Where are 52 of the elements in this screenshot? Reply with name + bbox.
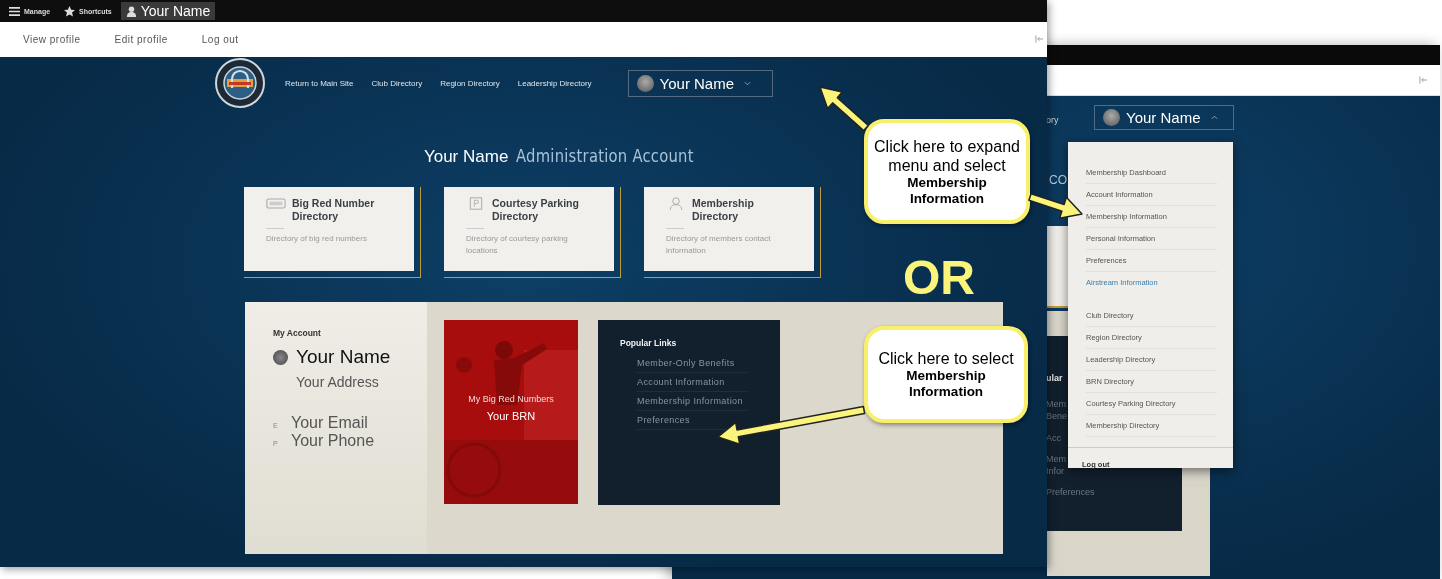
brn-value: Your BRN [486,410,536,422]
callout-target: Membership Information [906,174,988,207]
card-title: Courtesy Parking Directory [492,197,580,223]
popular-link[interactable]: Mem [1046,454,1066,464]
card-description: Directory of big red numbers [266,233,368,245]
profile-tab[interactable]: View profile [23,34,81,45]
or-label: OR [903,252,975,304]
card-description: Directory of members contact information [666,233,772,257]
pointer-arrow [819,86,870,132]
user-name: Your Name [423,147,509,167]
pointer-arrow [1028,192,1083,219]
collapse-icon[interactable] [1035,35,1044,43]
nav-link[interactable]: Region Directory [440,78,500,88]
panel-title: ular [1046,373,1063,383]
callout-target: Membership Information [905,368,987,400]
account-name: Your Name [296,346,391,368]
user-menu-button[interactable]: Your Name [627,69,773,97]
club-logo[interactable] [215,58,265,108]
account-email: Your Email [291,414,368,432]
star-icon [64,5,76,17]
user-icon [125,5,137,17]
toolbar-item[interactable]: Your Name [120,2,216,20]
nav-link[interactable]: Club Directory [371,78,423,88]
page-heading: CO [1049,173,1067,187]
caret-icon [744,80,752,86]
license-plate-icon [266,197,286,210]
user-menu-button[interactable]: Your Name [1094,105,1234,130]
popular-link[interactable]: Preferences [1046,487,1095,497]
account-phone: Your Phone [291,432,375,450]
collapse-icon[interactable] [1419,76,1428,84]
popular-link[interactable]: Acc [1046,433,1061,443]
brn-label: My Big Red Numbers [468,394,554,404]
caret-icon [1210,115,1218,120]
callout-text: Click here to select [877,349,1015,368]
avatar-icon [273,349,288,365]
popular-link[interactable]: Member-Only Benefits [637,354,747,373]
account-address: Your Address [296,374,380,390]
profile-tab[interactable]: Edit profile [114,34,168,45]
card-title: Big Red Number Directory [292,197,376,223]
panel-title: Popular Links [620,338,678,348]
nav-link[interactable]: Return to Main Site [285,78,354,88]
card-title: Membership Directory [692,197,755,223]
profile-tab[interactable]: Log out [201,34,239,45]
section-heading: My Account [273,328,322,338]
popular-link[interactable]: Mem [1046,399,1066,409]
nav-link[interactable]: Leadership Directory [517,78,592,88]
menu-icon [9,5,20,17]
callout-text: Click here to expand menu and select [873,136,1021,175]
popular-link[interactable]: Account Information [637,373,747,392]
page-title: Administration Account [516,145,695,166]
popular-link[interactable]: Membership Information [637,392,747,411]
card-description: Directory of courtesy parking locations [466,233,569,257]
